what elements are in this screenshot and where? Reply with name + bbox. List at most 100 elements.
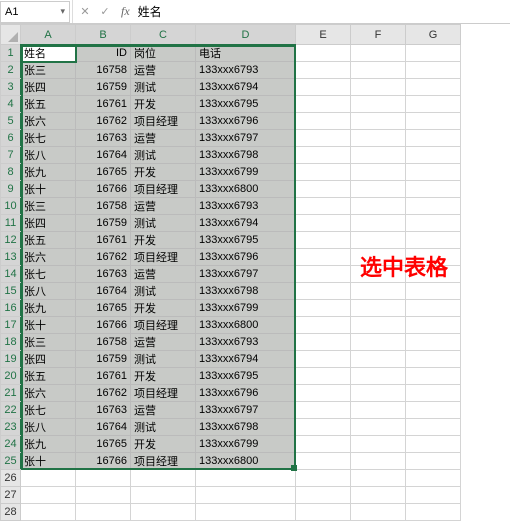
cell[interactable]: 133xxx6798 [196, 283, 296, 300]
row-header[interactable]: 8 [1, 164, 21, 181]
cell[interactable]: 张八 [21, 283, 76, 300]
cell[interactable] [351, 79, 406, 96]
cell[interactable] [406, 62, 461, 79]
cell[interactable]: 133xxx6795 [196, 232, 296, 249]
cell[interactable]: 项目经理 [131, 249, 196, 266]
cell[interactable]: 16759 [76, 215, 131, 232]
cell[interactable]: 运营 [131, 402, 196, 419]
cell[interactable] [351, 385, 406, 402]
cell[interactable]: 测试 [131, 283, 196, 300]
cell[interactable] [131, 487, 196, 504]
row-header[interactable]: 9 [1, 181, 21, 198]
cell[interactable]: 张七 [21, 266, 76, 283]
cell[interactable]: 项目经理 [131, 181, 196, 198]
cell[interactable]: 张五 [21, 232, 76, 249]
cell[interactable]: 运营 [131, 130, 196, 147]
cell[interactable] [406, 181, 461, 198]
cell[interactable]: 项目经理 [131, 385, 196, 402]
cell[interactable] [296, 385, 351, 402]
row-header[interactable]: 6 [1, 130, 21, 147]
cell[interactable] [296, 79, 351, 96]
cell[interactable]: 张九 [21, 164, 76, 181]
cell[interactable]: 133xxx6797 [196, 130, 296, 147]
cell[interactable] [296, 215, 351, 232]
col-header-B[interactable]: B [76, 25, 131, 45]
cell[interactable] [131, 470, 196, 487]
cell[interactable] [351, 232, 406, 249]
cell[interactable] [296, 504, 351, 521]
cell[interactable] [351, 402, 406, 419]
cell[interactable]: 测试 [131, 79, 196, 96]
cell[interactable]: 张九 [21, 436, 76, 453]
cancel-icon[interactable]: ✕ [77, 4, 93, 20]
cell[interactable]: 张四 [21, 79, 76, 96]
cell[interactable] [406, 130, 461, 147]
row-header[interactable]: 21 [1, 385, 21, 402]
row-header[interactable]: 18 [1, 334, 21, 351]
formula-input[interactable] [134, 2, 510, 22]
select-all-corner[interactable] [1, 25, 21, 45]
cell[interactable]: 张七 [21, 130, 76, 147]
row-header[interactable]: 3 [1, 79, 21, 96]
cell[interactable] [406, 368, 461, 385]
cell[interactable]: 133xxx6798 [196, 147, 296, 164]
cell[interactable] [351, 300, 406, 317]
cell[interactable] [296, 470, 351, 487]
cell[interactable]: 16762 [76, 385, 131, 402]
cell[interactable] [196, 487, 296, 504]
cell[interactable]: 133xxx6793 [196, 62, 296, 79]
cell[interactable]: 16761 [76, 368, 131, 385]
cell[interactable]: 张四 [21, 215, 76, 232]
cell[interactable]: 张八 [21, 147, 76, 164]
cell[interactable] [351, 181, 406, 198]
cell[interactable]: 133xxx6794 [196, 215, 296, 232]
col-header-G[interactable]: G [406, 25, 461, 45]
cell[interactable] [296, 436, 351, 453]
cell[interactable] [21, 504, 76, 521]
cell[interactable] [351, 453, 406, 470]
row-header[interactable]: 24 [1, 436, 21, 453]
cell[interactable]: 133xxx6796 [196, 249, 296, 266]
row-header[interactable]: 4 [1, 96, 21, 113]
cell[interactable] [296, 453, 351, 470]
cell[interactable]: 张六 [21, 113, 76, 130]
cell[interactable]: 测试 [131, 419, 196, 436]
col-header-A[interactable]: A [21, 25, 76, 45]
cell[interactable]: 张九 [21, 300, 76, 317]
cell[interactable] [296, 283, 351, 300]
cell[interactable]: 133xxx6795 [196, 368, 296, 385]
row-header[interactable]: 19 [1, 351, 21, 368]
cell[interactable]: 张三 [21, 334, 76, 351]
col-header-D[interactable]: D [196, 25, 296, 45]
col-header-E[interactable]: E [296, 25, 351, 45]
cell[interactable]: 16763 [76, 130, 131, 147]
cell[interactable] [351, 215, 406, 232]
cell[interactable]: 张十 [21, 181, 76, 198]
cell[interactable] [406, 504, 461, 521]
cell[interactable] [296, 334, 351, 351]
cell[interactable]: 张十 [21, 317, 76, 334]
row-header[interactable]: 13 [1, 249, 21, 266]
cell[interactable]: 16762 [76, 113, 131, 130]
cell[interactable]: 张十 [21, 453, 76, 470]
cell[interactable] [406, 402, 461, 419]
cell[interactable] [296, 266, 351, 283]
cell[interactable] [21, 470, 76, 487]
row-header[interactable]: 5 [1, 113, 21, 130]
cell[interactable] [76, 470, 131, 487]
cell[interactable]: 133xxx6799 [196, 300, 296, 317]
cell[interactable]: 16758 [76, 62, 131, 79]
cell[interactable]: 开发 [131, 436, 196, 453]
cell[interactable] [296, 317, 351, 334]
cell[interactable]: 16764 [76, 419, 131, 436]
cell[interactable] [351, 96, 406, 113]
cell[interactable] [406, 198, 461, 215]
cell[interactable]: 133xxx6800 [196, 181, 296, 198]
cell[interactable]: 张六 [21, 385, 76, 402]
cell[interactable]: 项目经理 [131, 453, 196, 470]
cell[interactable]: 133xxx6797 [196, 402, 296, 419]
cell[interactable]: 16763 [76, 266, 131, 283]
cell[interactable]: 张五 [21, 96, 76, 113]
cell[interactable] [406, 317, 461, 334]
cell[interactable] [296, 300, 351, 317]
